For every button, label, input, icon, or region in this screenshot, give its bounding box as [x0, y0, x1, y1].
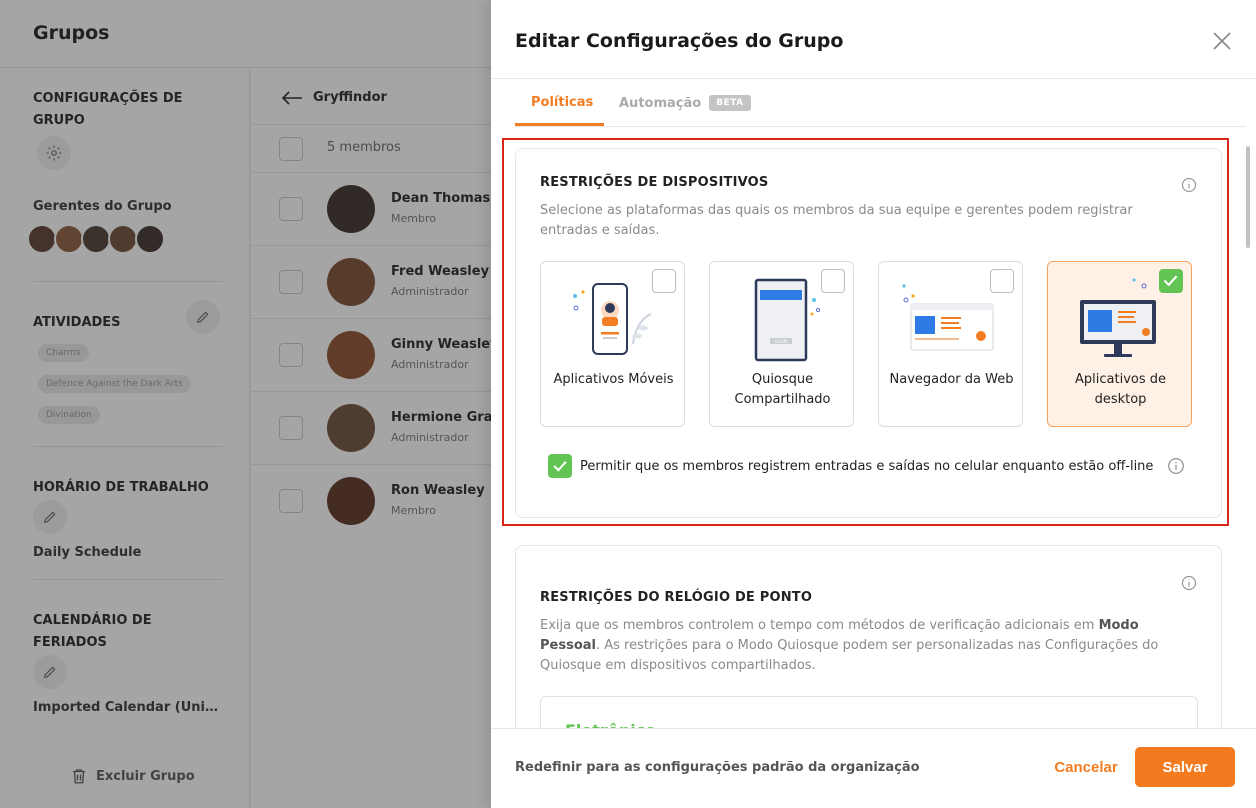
description-part: . As restrições para o Modo Quiosque pod… — [540, 638, 1159, 673]
tab-policies[interactable]: Políticas — [531, 95, 593, 110]
close-icon[interactable] — [1211, 30, 1233, 52]
tab-automation-label: Automação — [619, 95, 702, 111]
cancel-button[interactable]: Cancelar — [1036, 749, 1136, 785]
info-icon[interactable] — [1181, 575, 1197, 591]
time-clock-restrictions-description: Exija que os membros controlem o tempo c… — [540, 616, 1200, 676]
highlight-frame — [502, 138, 1229, 526]
edit-group-settings-drawer: Editar Configurações do Grupo Políticas … — [491, 0, 1256, 808]
time-clock-restrictions-title: RESTRIÇÕES DO RELÓGIO DE PONTO — [540, 590, 813, 605]
description-part: Exija que os membros controlem o tempo c… — [540, 618, 1099, 633]
beta-badge: BETA — [709, 95, 751, 111]
reset-defaults-link[interactable]: Redefinir para as configurações padrão d… — [515, 760, 920, 775]
modal-overlay[interactable] — [0, 0, 491, 808]
drawer-title: Editar Configurações do Grupo — [515, 30, 844, 52]
save-button[interactable]: Salvar — [1135, 747, 1235, 787]
tab-automation[interactable]: Automação BETA — [619, 95, 751, 111]
time-clock-restrictions-card: RESTRIÇÕES DO RELÓGIO DE PONTO Exija que… — [515, 545, 1222, 776]
drawer-footer: Redefinir para as configurações padrão d… — [491, 728, 1256, 808]
scrollbar-thumb[interactable] — [1246, 146, 1250, 248]
divider — [491, 78, 1256, 79]
divider — [515, 126, 1246, 127]
